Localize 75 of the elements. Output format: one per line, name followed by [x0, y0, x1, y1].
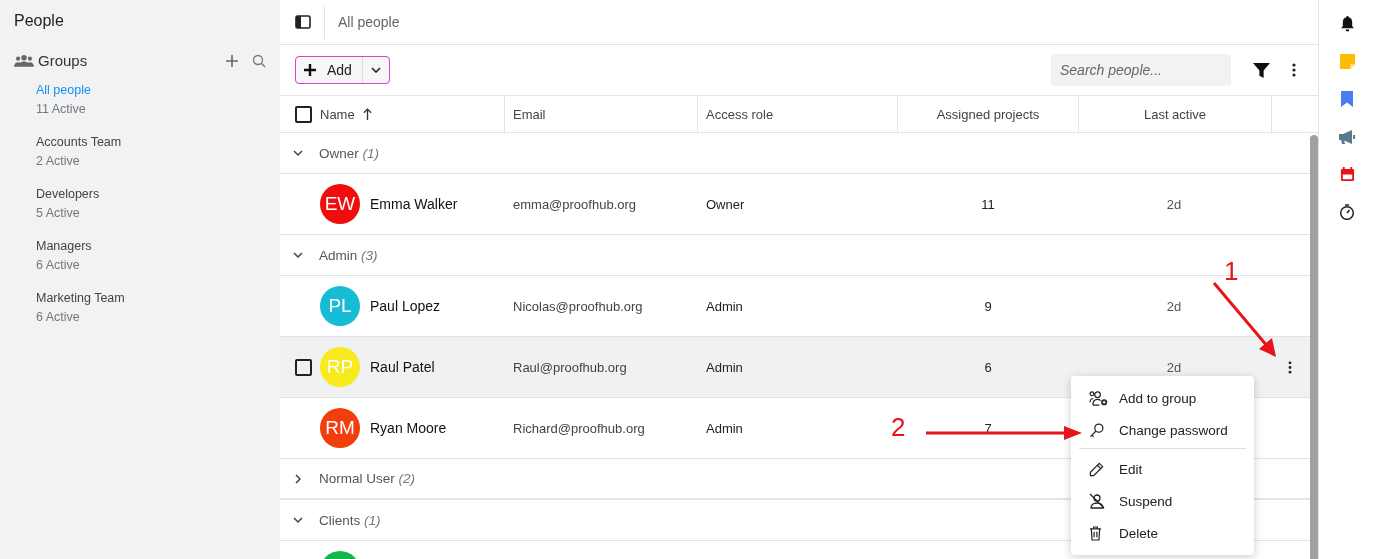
- chevron-down-icon[interactable]: [293, 250, 303, 260]
- calendar-icon[interactable]: [1339, 167, 1355, 182]
- projects-count: 6: [984, 359, 992, 375]
- bell-icon[interactable]: [1339, 15, 1355, 32]
- menu-item[interactable]: Change password: [1071, 414, 1254, 446]
- bookmark-icon[interactable]: [1341, 91, 1353, 107]
- email-cell: Nicolas@proofhub.org: [513, 298, 643, 314]
- column-header[interactable]: Last active: [1143, 106, 1207, 122]
- email-cell: Raul@proofhub.org: [513, 359, 627, 375]
- column-header[interactable]: Name: [320, 106, 355, 122]
- pencil-icon: [1089, 461, 1104, 477]
- plus-icon: [303, 63, 317, 77]
- search-field[interactable]: Search people...: [1051, 54, 1231, 86]
- row-more-icon[interactable]: [1288, 360, 1292, 374]
- row-checkbox[interactable]: [295, 358, 312, 376]
- breadcrumb: All people: [338, 14, 400, 30]
- groups-heading: Groups: [38, 52, 89, 69]
- group-header[interactable]: Admin (3): [319, 247, 378, 263]
- column-header[interactable]: Access role: [706, 106, 774, 122]
- projects-count: 9: [984, 298, 992, 314]
- group-header[interactable]: Normal User (2): [319, 471, 415, 486]
- chevron-down-icon[interactable]: [293, 148, 303, 158]
- role-cell: Admin: [706, 298, 743, 314]
- email-cell: emma@proofhub.org: [513, 196, 637, 212]
- annotation-number: 1: [1224, 258, 1239, 284]
- group-list-item[interactable]: Accounts Team 2 Active: [14, 133, 266, 171]
- last-active-cell: 2d: [1166, 298, 1182, 314]
- people-icon: [14, 54, 34, 67]
- megaphone-icon[interactable]: [1338, 129, 1356, 145]
- role-cell: Admin: [706, 420, 743, 436]
- person-name[interactable]: Ryan Moore: [370, 420, 447, 436]
- timer-icon[interactable]: [1339, 204, 1355, 220]
- add-icon[interactable]: [225, 53, 239, 68]
- page-title: People: [14, 12, 65, 30]
- scrollbar-thumb[interactable]: [1310, 135, 1318, 559]
- group-list-item[interactable]: Developers 5 Active: [14, 185, 266, 223]
- group-list-item[interactable]: All people 11 Active: [14, 81, 266, 119]
- person-name[interactable]: Paul Lopez: [370, 298, 441, 314]
- person-name[interactable]: Raul Patel: [370, 359, 435, 375]
- more-icon[interactable]: [1292, 63, 1296, 77]
- search-icon[interactable]: [252, 53, 266, 68]
- menu-item[interactable]: Suspend: [1071, 485, 1254, 517]
- add-split-button[interactable]: Add: [295, 56, 390, 84]
- sort-up-icon[interactable]: [362, 107, 372, 121]
- annotation-number: 2: [891, 414, 906, 440]
- user-off-icon: [1089, 493, 1105, 509]
- projects-count: 11: [981, 196, 995, 212]
- group-list-item[interactable]: Marketing Team 6 Active: [14, 289, 266, 327]
- last-active-cell: 2d: [1166, 359, 1182, 375]
- avatar: RM: [320, 408, 360, 448]
- last-active-cell: 2d: [1166, 196, 1182, 212]
- add-label: Add: [327, 62, 352, 78]
- menu-item[interactable]: Delete: [1071, 517, 1254, 549]
- person-name[interactable]: Emma Walker: [370, 196, 458, 212]
- chevron-right-icon[interactable]: [293, 473, 303, 484]
- caret-icon[interactable]: [370, 67, 381, 73]
- select-all-checkbox[interactable]: [295, 105, 312, 123]
- email-cell: Richard@proofhub.org: [513, 420, 645, 436]
- group-header[interactable]: Clients (1): [319, 512, 381, 528]
- filter-icon[interactable]: [1253, 61, 1270, 79]
- sidebar-toggle-icon[interactable]: [295, 15, 311, 29]
- avatar: EW: [320, 184, 360, 224]
- column-header[interactable]: Assigned projects: [936, 106, 1040, 122]
- group-list-item[interactable]: Managers 6 Active: [14, 237, 266, 275]
- add-user-icon: [1089, 390, 1108, 406]
- column-header[interactable]: Email: [513, 106, 546, 122]
- menu-item[interactable]: Edit: [1071, 453, 1254, 485]
- key-icon: [1089, 422, 1104, 438]
- role-cell: Admin: [706, 359, 743, 375]
- role-cell: Owner: [706, 196, 745, 212]
- avatar: RP: [320, 347, 360, 387]
- chevron-down-icon[interactable]: [293, 515, 303, 525]
- trash-icon: [1089, 525, 1102, 541]
- avatar: PL: [320, 286, 360, 326]
- group-header[interactable]: Owner (1): [319, 145, 379, 161]
